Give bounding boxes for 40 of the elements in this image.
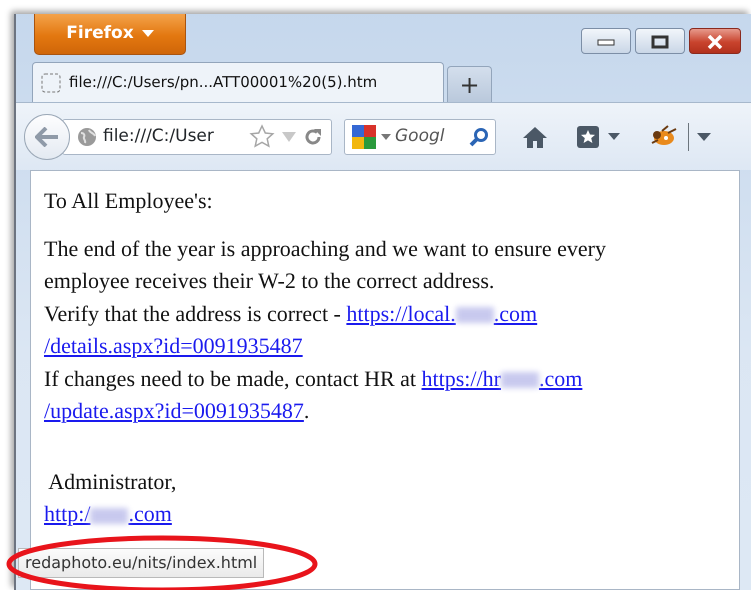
caret-icon <box>608 132 620 140</box>
home-icon <box>522 124 548 149</box>
link[interactable]: http:/ .com <box>44 501 172 526</box>
new-tab-button[interactable]: + <box>447 66 492 102</box>
globe-icon <box>77 126 97 146</box>
address-field[interactable]: file:///C:/User <box>62 118 332 154</box>
search-field[interactable]: Googl <box>344 118 496 154</box>
google-logo-icon <box>351 124 377 150</box>
caret-icon <box>142 30 154 38</box>
text-line: Verify that the address is correct - https://local. .com <box>44 300 538 328</box>
blank-page-icon <box>41 72 61 92</box>
link[interactable]: /update.aspx?id=0091935487 <box>44 398 304 423</box>
close-button[interactable] <box>689 28 741 54</box>
dropdown-icon[interactable] <box>381 132 391 140</box>
text-line: If changes need to be made, contact HR at https://hr .com <box>44 364 584 393</box>
maximize-button[interactable] <box>635 28 685 54</box>
reload-icon[interactable] <box>303 126 323 146</box>
menu-dropdown-button[interactable] <box>688 122 713 150</box>
close-icon <box>706 34 724 49</box>
status-link-tooltip: redaphoto.eu/nits/index.html <box>18 548 264 578</box>
star-icon[interactable] <box>249 124 275 150</box>
caret-icon <box>697 133 711 142</box>
link[interactable]: https://hr .com <box>422 366 582 390</box>
back-button[interactable] <box>24 114 70 160</box>
text-line: /update.aspx?id=0091935487. <box>44 397 310 425</box>
redaction-blur <box>500 372 539 388</box>
search-icon[interactable] <box>469 126 489 146</box>
browser-tab[interactable]: file:///C:/Users/pn...ATT00001%20(5).htm <box>32 62 444 102</box>
maximize-icon <box>651 34 669 49</box>
link[interactable]: /details.aspx?id=0091935487 <box>44 333 303 358</box>
minimize-button[interactable] <box>581 28 631 54</box>
text-line: The end of the year is approaching and we want to ensure every <box>44 234 607 263</box>
text-line: Administrator, <box>47 468 178 496</box>
redaction-blur <box>456 307 494 324</box>
text-line: To All Employee's: <box>44 187 214 215</box>
back-arrow-icon <box>35 126 59 146</box>
text-line: employee receives their W-2 to the correct address. <box>44 267 496 295</box>
minimize-icon <box>597 38 615 46</box>
link[interactable]: https://local. .com <box>346 300 538 326</box>
redaction-blur <box>90 508 128 524</box>
